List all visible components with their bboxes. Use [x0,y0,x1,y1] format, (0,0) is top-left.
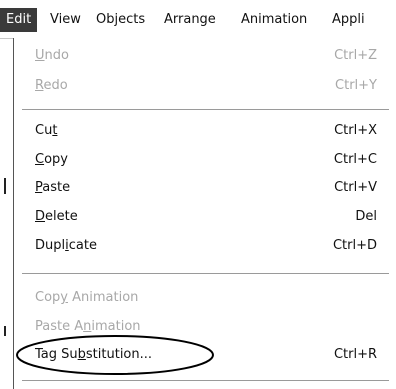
menu-application[interactable]: Appli [332,9,365,31]
menu-item-label: Copy [35,152,68,167]
menu-item-shortcut: Ctrl+Z [334,48,377,63]
window-edge-mark [4,326,6,336]
menu-item-paste[interactable]: Paste Ctrl+V [35,176,377,200]
menu-item-label: Cut [35,123,58,138]
edit-menu-dropdown: Undo Ctrl+Z Redo Ctrl+Y Cut Ctrl+X Copy … [13,38,396,389]
menu-item-shortcut: Ctrl+Y [335,78,377,93]
menu-edit[interactable]: Edit [0,8,38,32]
menu-separator [22,380,389,382]
menu-arrange[interactable]: Arrange [164,9,216,31]
menu-item-shortcut: Del [355,209,377,224]
menu-item-paste-animation[interactable]: Paste Animation [35,315,377,339]
menu-item-label: Paste [35,180,71,195]
menu-objects[interactable]: Objects [96,9,145,31]
menu-item-cut[interactable]: Cut Ctrl+X [35,119,377,143]
menu-item-tag-substitution[interactable]: Tag Substitution... Ctrl+R [35,343,377,367]
menu-item-undo[interactable]: Undo Ctrl+Z [35,44,377,68]
menu-animation[interactable]: Animation [241,9,307,31]
menu-bar: Edit View Objects Arrange Animation Appl… [0,0,396,39]
window-edge-mark [4,178,6,194]
menu-item-label: Delete [35,209,78,224]
menu-item-label: Undo [35,48,69,63]
menu-item-label: Paste Animation [35,319,141,334]
menu-item-duplicate[interactable]: Duplicate Ctrl+D [35,234,377,258]
menu-item-shortcut: Ctrl+D [332,238,377,253]
menu-item-redo[interactable]: Redo Ctrl+Y [35,74,377,98]
menu-separator [22,273,389,275]
menu-item-shortcut: Ctrl+C [333,152,377,167]
menu-item-shortcut: Ctrl+X [334,123,377,138]
menu-item-label: Redo [35,78,68,93]
menu-item-shortcut: Ctrl+V [334,180,377,195]
menu-separator [22,109,389,111]
menu-item-label: Duplicate [35,238,97,253]
menu-item-copy[interactable]: Copy Ctrl+C [35,148,377,172]
menu-item-label: Tag Substitution... [35,347,153,362]
menu-item-shortcut: Ctrl+R [333,347,377,362]
menu-item-label: Copy Animation [35,290,139,305]
menu-item-delete[interactable]: Delete Del [35,205,377,229]
menu-view[interactable]: View [50,9,81,31]
menu-item-copy-animation[interactable]: Copy Animation [35,286,377,310]
